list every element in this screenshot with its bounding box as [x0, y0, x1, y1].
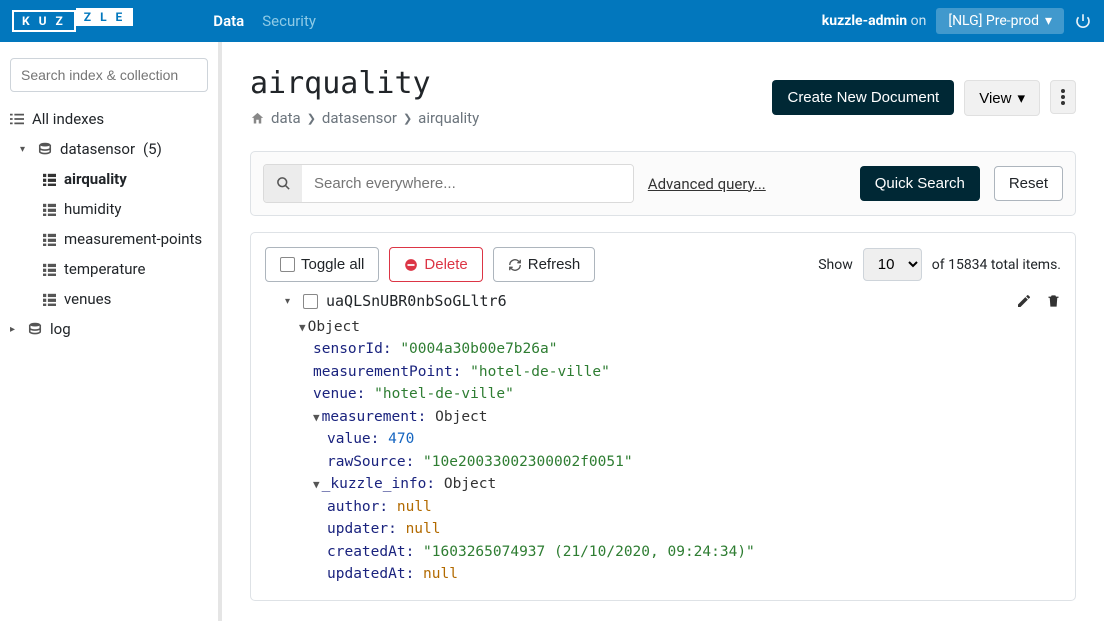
sidebar-collection-measurement-points[interactable]: measurement-points [0, 224, 218, 254]
page-title: airquality [250, 66, 479, 101]
sidebar-collection-temperature[interactable]: temperature [0, 254, 218, 284]
obj-toggle-icon[interactable]: ▼ [313, 478, 320, 491]
minus-circle-icon [404, 258, 418, 272]
checkbox-icon [280, 257, 295, 272]
sidebar-all-indexes[interactable]: All indexes [0, 104, 218, 134]
refresh-icon [508, 258, 522, 272]
crumb-airquality: airquality [418, 109, 479, 127]
delete-label: Delete [424, 256, 467, 273]
sidebar-collection-airquality[interactable]: airquality [0, 164, 218, 194]
caret-right-icon: ▸ [10, 324, 20, 335]
more-menu-button[interactable] [1050, 80, 1076, 114]
home-icon [250, 111, 265, 126]
advanced-query-link[interactable]: Advanced query... [648, 175, 766, 193]
edit-icon[interactable] [1016, 293, 1032, 309]
document-item: ▾ uaQLSnUBR0nbSoGLltr6 ▼Object sensorId:… [285, 292, 1061, 586]
index-name-label: datasensor [60, 140, 135, 158]
collection-label: measurement-points [64, 230, 202, 248]
sidebar: All indexes ▾ datasensor (5) airquality … [0, 42, 222, 621]
toggle-all-button[interactable]: Toggle all [265, 247, 379, 282]
view-dropdown[interactable]: View ▾ [964, 80, 1040, 116]
create-document-button[interactable]: Create New Document [772, 80, 954, 115]
total-label: of 15834 total items. [932, 257, 1061, 273]
user-info: kuzzle-admin on [822, 13, 927, 29]
search-input[interactable] [302, 165, 633, 202]
caret-down-icon: ▾ [1045, 13, 1052, 29]
caret-down-icon: ▾ [1017, 89, 1025, 107]
top-navbar: K U ZZ L E Data Security kuzzle-admin on… [0, 0, 1104, 42]
logo[interactable]: K U ZZ L E [12, 7, 133, 35]
crumb-datasensor[interactable]: datasensor [322, 109, 397, 127]
collection-icon [42, 263, 56, 276]
collection-icon [42, 203, 56, 216]
collection-icon [42, 173, 56, 186]
chevron-right-icon: ❯ [307, 112, 316, 125]
search-card: Advanced query... Quick Search Reset [250, 151, 1076, 216]
sidebar-index-log[interactable]: ▸ log [0, 314, 218, 344]
caret-down-icon[interactable]: ▾ [285, 296, 295, 307]
view-label: View [979, 90, 1011, 107]
nav-link-data[interactable]: Data [213, 12, 244, 30]
sidebar-index-datasensor[interactable]: ▾ datasensor (5) [0, 134, 218, 164]
sidebar-collection-humidity[interactable]: humidity [0, 194, 218, 224]
caret-down-icon: ▾ [20, 144, 30, 155]
sidebar-search-input[interactable] [10, 58, 208, 92]
collection-label: venues [64, 290, 111, 308]
quick-search-button[interactable]: Quick Search [860, 166, 980, 201]
nav-links: Data Security [213, 12, 316, 30]
sidebar-collection-venues[interactable]: venues [0, 284, 218, 314]
documents-card: Toggle all Delete Refresh Show 10 of 158… [250, 232, 1076, 601]
collection-icon [42, 293, 56, 306]
kebab-icon [1061, 89, 1065, 105]
main-content: airquality data ❯ datasensor ❯ airqualit… [222, 42, 1104, 621]
delete-button[interactable]: Delete [389, 247, 482, 282]
refresh-button[interactable]: Refresh [493, 247, 596, 282]
breadcrumb: data ❯ datasensor ❯ airquality [250, 109, 479, 127]
chevron-right-icon: ❯ [403, 112, 412, 125]
index-log-label: log [50, 320, 71, 338]
document-body: ▼Object sensorId: "0004a30b00e7b26a" mea… [299, 316, 1061, 586]
collection-icon [42, 233, 56, 246]
search-input-group [263, 164, 634, 203]
database-icon [38, 142, 52, 156]
username: kuzzle-admin [822, 13, 907, 29]
power-icon[interactable] [1074, 12, 1092, 30]
env-selector[interactable]: [NLG] Pre-prod ▾ [936, 8, 1064, 34]
crumb-data[interactable]: data [271, 109, 301, 127]
obj-toggle-icon[interactable]: ▼ [313, 411, 320, 424]
show-label: Show [818, 257, 853, 273]
env-label: [NLG] Pre-prod [948, 13, 1039, 29]
collection-label: temperature [64, 260, 145, 278]
per-page-select[interactable]: 10 [863, 248, 922, 281]
search-icon [264, 165, 302, 202]
user-on-label: on [911, 13, 927, 29]
document-id: uaQLSnUBR0nbSoGLltr6 [326, 292, 507, 310]
doc-checkbox[interactable] [303, 294, 318, 309]
collection-label: humidity [64, 200, 121, 218]
trash-icon[interactable] [1046, 293, 1061, 309]
nav-link-security[interactable]: Security [262, 12, 316, 30]
all-indexes-label: All indexes [32, 110, 104, 128]
reset-button[interactable]: Reset [994, 166, 1063, 201]
collection-label: airquality [64, 170, 127, 188]
obj-toggle-icon[interactable]: ▼ [299, 321, 306, 334]
toggle-all-label: Toggle all [301, 256, 364, 273]
refresh-label: Refresh [528, 256, 581, 273]
index-count-label: (5) [143, 140, 162, 158]
database-icon [28, 322, 42, 336]
list-icon [10, 112, 24, 126]
